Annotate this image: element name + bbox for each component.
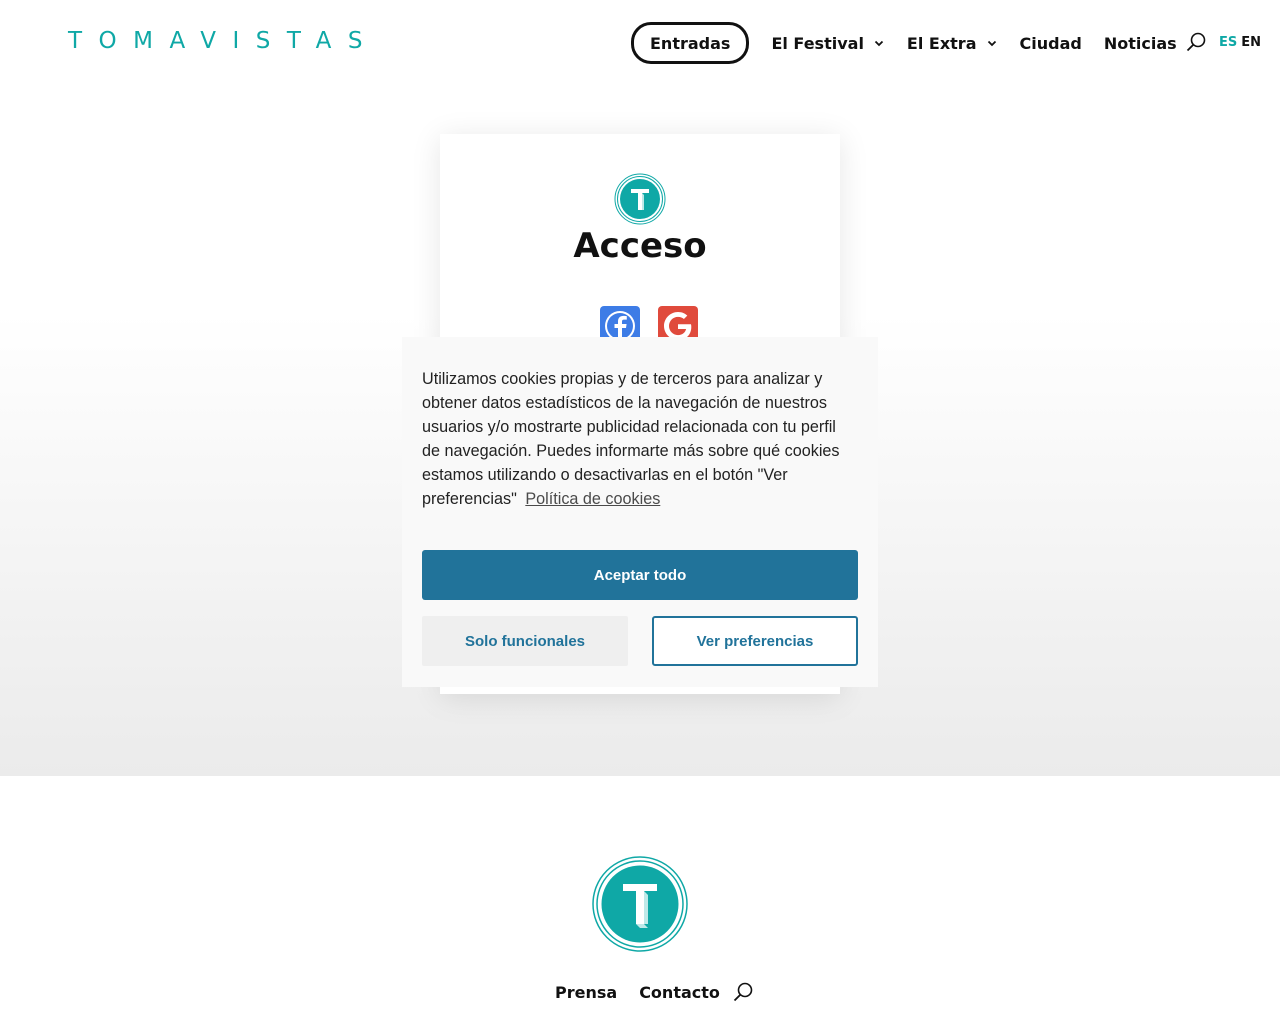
nav-item-noticias[interactable]: Noticias <box>1104 34 1177 53</box>
view-preferences-button[interactable]: Ver preferencias <box>652 616 858 666</box>
cookie-banner: Utilizamos cookies propias y de terceros… <box>402 337 878 687</box>
nav-item-festival-label: El Festival <box>771 33 864 53</box>
accept-all-button[interactable]: Aceptar todo <box>422 550 858 600</box>
footer-link-prensa[interactable]: Prensa <box>555 983 617 1002</box>
search-icon[interactable] <box>732 981 754 1003</box>
site-logo[interactable]: TOMAVISTAS <box>68 28 379 54</box>
login-title: Acceso <box>573 226 707 266</box>
chevron-down-icon <box>987 40 996 47</box>
only-functional-button[interactable]: Solo funcionales <box>422 616 628 666</box>
entradas-button[interactable]: Entradas <box>631 22 750 64</box>
site-header: TOMAVISTAS Entradas El Festival El Extra… <box>0 0 1280 84</box>
footer-emblem-icon[interactable] <box>592 856 688 952</box>
nav-item-extra[interactable]: El Extra <box>907 34 998 53</box>
nav-item-ciudad[interactable]: Ciudad <box>1020 34 1082 53</box>
nav-item-festival[interactable]: El Festival <box>771 34 884 53</box>
main-nav: Entradas El Festival El Extra Ciudad Not… <box>631 22 1177 64</box>
cookie-message: Utilizamos cookies propias y de terceros… <box>422 370 840 508</box>
cookie-text-block: Utilizamos cookies propias y de terceros… <box>422 367 858 511</box>
search-icon[interactable] <box>1185 31 1207 53</box>
tomavistas-emblem-icon <box>614 173 666 225</box>
footer-link-contacto[interactable]: Contacto <box>639 983 720 1002</box>
nav-item-extra-label: El Extra <box>906 33 977 53</box>
language-switcher: ES EN <box>1219 35 1261 50</box>
lang-es[interactable]: ES <box>1219 35 1237 50</box>
cookie-policy-link[interactable]: Política de cookies <box>525 490 660 508</box>
footer-nav: Prensa Contacto <box>555 981 754 1003</box>
chevron-down-icon <box>874 40 884 47</box>
lang-en[interactable]: EN <box>1241 35 1261 50</box>
